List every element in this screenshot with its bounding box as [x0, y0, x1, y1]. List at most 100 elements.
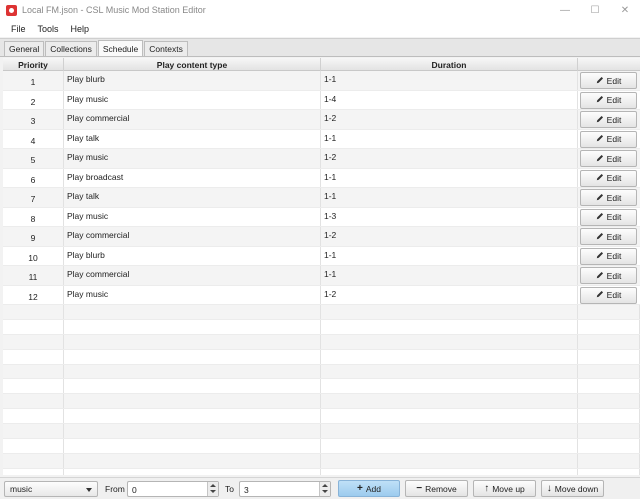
pencil-icon	[596, 95, 607, 105]
spin-down-icon[interactable]	[322, 490, 328, 493]
move-down-button[interactable]: ↓ Move down	[541, 480, 604, 497]
pencil-icon	[596, 251, 607, 261]
tab-general[interactable]: General	[4, 41, 45, 56]
cell-duration: 1-1	[321, 246, 578, 265]
edit-button[interactable]: Edit	[580, 228, 637, 245]
empty-cell	[321, 453, 578, 468]
tab-bar: General Collections Schedule Contexts	[0, 38, 640, 57]
close-button[interactable]: ✕	[610, 0, 640, 20]
table-row[interactable]: 9 Play commercial 1-2 Edit	[3, 227, 640, 247]
table-row[interactable]: 1 Play blurb 1-1 Edit	[3, 71, 640, 91]
cell-duration: 1-1	[321, 266, 578, 285]
header-priority[interactable]: Priority	[3, 58, 64, 71]
edit-button[interactable]: Edit	[580, 169, 637, 187]
edit-button[interactable]: Edit	[580, 150, 637, 167]
edit-button[interactable]: Edit	[580, 111, 637, 128]
edit-label: Edit	[606, 192, 622, 203]
spin-down-icon[interactable]	[210, 490, 216, 493]
cell-priority: 5	[3, 149, 64, 168]
table-row[interactable]: 6 Play broadcast 1-1 Edit	[3, 168, 640, 188]
tab-schedule[interactable]: Schedule	[97, 40, 144, 56]
cell-content-type: Play talk	[64, 188, 321, 207]
cell-duration: 1-1	[321, 71, 578, 90]
table-row[interactable]: 4 Play talk 1-1 Edit	[3, 129, 640, 149]
empty-cell	[321, 409, 578, 424]
edit-button[interactable]: Edit	[580, 208, 637, 226]
empty-cell	[3, 468, 64, 475]
cell-actions: Edit	[578, 188, 640, 207]
pencil-icon	[596, 212, 607, 222]
header-duration[interactable]: Duration	[321, 58, 578, 71]
empty-cell	[321, 349, 578, 364]
empty-cell	[64, 334, 321, 349]
table-row[interactable]: 11 Play commercial 1-1 Edit	[3, 266, 640, 286]
cell-actions: Edit	[578, 208, 640, 227]
cell-content-type: Play talk	[64, 129, 321, 148]
spin-up-icon[interactable]	[322, 484, 328, 487]
remove-button[interactable]: − Remove	[405, 480, 468, 497]
empty-cell	[3, 394, 64, 409]
table-row[interactable]: 3 Play commercial 1-2 Edit	[3, 110, 640, 130]
empty-cell	[3, 379, 64, 394]
content-type-select[interactable]: music	[4, 481, 98, 497]
menu-file[interactable]: File	[5, 24, 32, 34]
minimize-button[interactable]: —	[550, 0, 580, 20]
table-row[interactable]: 10 Play blurb 1-1 Edit	[3, 246, 640, 266]
empty-cell	[64, 379, 321, 394]
empty-row	[3, 453, 640, 469]
tab-contexts[interactable]: Contexts	[144, 41, 188, 56]
move-up-button[interactable]: ↑ Move up	[473, 480, 536, 497]
content-type-value: music	[10, 484, 33, 494]
to-spinner-buttons[interactable]	[319, 482, 330, 496]
cell-content-type: Play music	[64, 149, 321, 168]
table-row[interactable]: 5 Play music 1-2 Edit	[3, 149, 640, 169]
spin-up-icon[interactable]	[210, 484, 216, 487]
to-spinner[interactable]: 3	[239, 481, 331, 497]
edit-button[interactable]: Edit	[580, 267, 637, 284]
empty-row	[3, 424, 640, 440]
cell-priority: 11	[3, 266, 64, 285]
cell-priority: 1	[3, 71, 64, 90]
edit-label: Edit	[606, 153, 622, 164]
edit-button[interactable]: Edit	[580, 189, 637, 206]
empty-row	[3, 349, 640, 365]
menu-tools[interactable]: Tools	[32, 24, 65, 34]
maximize-button[interactable]: ☐	[580, 0, 610, 20]
edit-button[interactable]: Edit	[580, 247, 637, 265]
from-spinner-buttons[interactable]	[207, 482, 218, 496]
from-spinner[interactable]: 0	[127, 481, 219, 497]
table-header: Priority Play content type Duration	[3, 58, 640, 71]
empty-cell	[64, 424, 321, 439]
cell-content-type: Play music	[64, 207, 321, 226]
add-button[interactable]: + Add	[338, 480, 400, 497]
empty-cell	[321, 394, 578, 409]
edit-label: Edit	[606, 231, 622, 242]
cell-content-type: Play music	[64, 285, 321, 304]
pencil-icon	[596, 271, 607, 281]
cell-content-type: Play commercial	[64, 110, 321, 129]
cell-actions: Edit	[578, 247, 640, 266]
to-label: To	[225, 484, 234, 494]
edit-button[interactable]: Edit	[580, 91, 637, 109]
bottom-toolbar: music From 0 To 3 + Add − Remove ↑ Move …	[0, 477, 640, 499]
edit-button[interactable]: Edit	[580, 130, 637, 148]
tab-collections[interactable]: Collections	[45, 41, 97, 56]
table-row[interactable]: 7 Play talk 1-1 Edit	[3, 188, 640, 208]
pencil-icon	[596, 290, 607, 300]
edit-label: Edit	[606, 212, 622, 222]
empty-row	[3, 439, 640, 454]
chevron-down-icon	[86, 488, 92, 492]
cell-duration: 1-2	[321, 149, 578, 168]
header-content-type[interactable]: Play content type	[64, 58, 321, 71]
table-row[interactable]: 8 Play music 1-3 Edit	[3, 207, 640, 227]
window-title: Local FM.json - CSL Music Mod Station Ed…	[22, 5, 206, 15]
menu-help[interactable]: Help	[65, 24, 96, 34]
edit-button[interactable]: Edit	[580, 286, 637, 304]
cell-duration: 1-4	[321, 90, 578, 109]
edit-button[interactable]: Edit	[580, 72, 637, 89]
empty-row	[3, 319, 640, 335]
table-row[interactable]: 2 Play music 1-4 Edit	[3, 90, 640, 110]
empty-cell	[321, 468, 578, 475]
table-row[interactable]: 12 Play music 1-2 Edit	[3, 285, 640, 305]
edit-label: Edit	[606, 95, 622, 105]
